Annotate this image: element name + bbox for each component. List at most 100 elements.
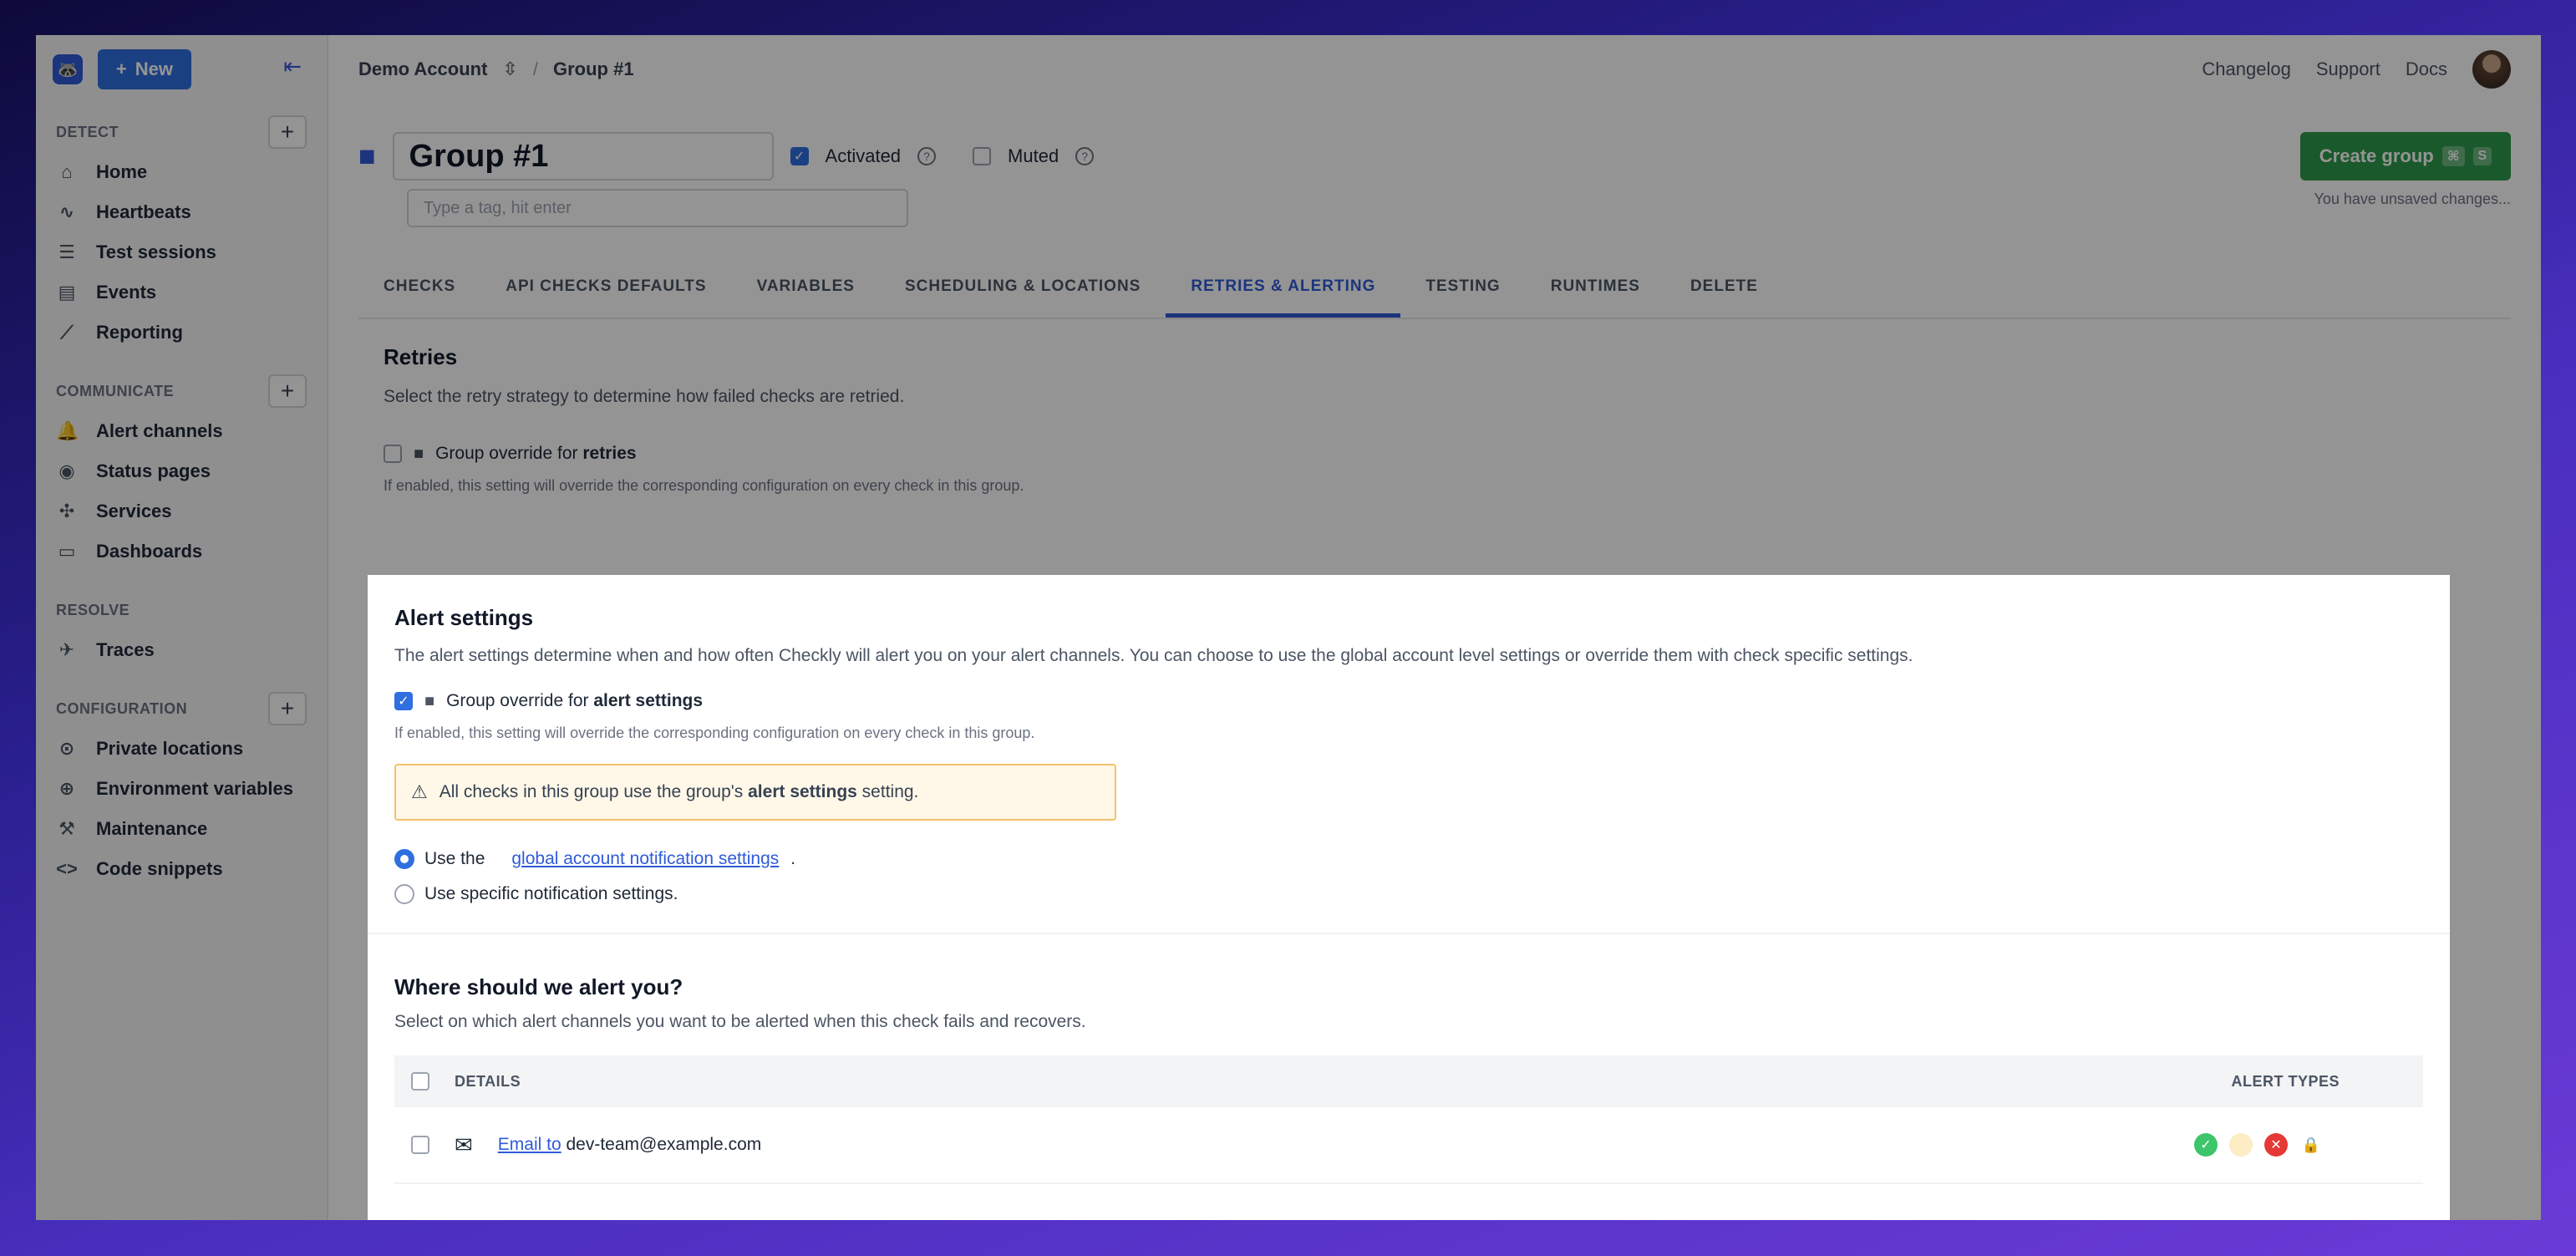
app-window: 🦝 + New ⇤ DETECT + ⌂ Home ∿ Heartbeats ☰ Tes… bbox=[36, 35, 2541, 1220]
checkly-logo-icon[interactable]: 🦝 bbox=[53, 54, 83, 84]
retries-override-checkbox[interactable] bbox=[384, 445, 402, 463]
activated-label: Activated bbox=[825, 145, 902, 166]
sidebar-item-label: Code snippets bbox=[96, 858, 223, 879]
specific-settings-radio[interactable] bbox=[394, 884, 414, 904]
sidebar-item-status-pages[interactable]: ◉ Status pages bbox=[36, 451, 327, 491]
radio-global-prefix: Use the bbox=[424, 849, 485, 868]
tab-testing[interactable]: TESTING bbox=[1400, 269, 1525, 318]
alert-override: ✓ ■ Group override for alert settings bbox=[394, 691, 2423, 711]
tag-input[interactable]: Type a tag, hit enter bbox=[407, 189, 908, 227]
services-icon: ✣ bbox=[58, 501, 75, 521]
group-name-input[interactable]: Group #1 bbox=[392, 132, 774, 181]
collapse-sidebar-icon[interactable]: ⇤ bbox=[283, 53, 302, 79]
sidebar-item-label: Environment variables bbox=[96, 778, 293, 799]
add-communicate-button[interactable]: + bbox=[268, 374, 307, 408]
create-group-button[interactable]: Create group ⌘ S bbox=[2300, 132, 2511, 181]
help-icon[interactable]: ? bbox=[1075, 147, 1095, 165]
override-bold: alert settings bbox=[593, 691, 704, 710]
avatar[interactable] bbox=[2472, 50, 2511, 89]
sidebar-item-label: Reporting bbox=[96, 322, 183, 343]
retries-section: Retries Select the retry strategy to det… bbox=[358, 344, 2511, 495]
activated-checkbox[interactable]: ✓ bbox=[790, 147, 809, 165]
section-title: CONFIGURATION bbox=[56, 699, 188, 717]
row-checkbox[interactable] bbox=[411, 1136, 429, 1154]
retries-title: Retries bbox=[384, 344, 458, 369]
chevron-updown-icon[interactable]: ⇳ bbox=[502, 58, 517, 80]
tab-runtimes[interactable]: RUNTIMES bbox=[1526, 269, 1665, 318]
account-switcher[interactable]: Demo Account bbox=[358, 58, 487, 80]
channel-text: Email to dev-team@example.com bbox=[498, 1135, 761, 1155]
sidebar-item-private-locations[interactable]: ⊙ Private locations bbox=[36, 729, 327, 769]
changelog-link[interactable]: Changelog bbox=[2202, 58, 2290, 80]
email-to-link[interactable]: Email to bbox=[498, 1135, 561, 1154]
sidebar-item-label: Home bbox=[96, 161, 148, 182]
help-icon[interactable]: ? bbox=[917, 147, 937, 165]
channels-table-header: DETAILS ALERT TYPES bbox=[394, 1055, 2423, 1107]
retries-override: ■ Group override for retries bbox=[384, 444, 2486, 464]
add-detect-button[interactable]: + bbox=[268, 115, 307, 149]
alert-override-checkbox[interactable]: ✓ bbox=[394, 692, 413, 710]
sidebar-section-communicate: COMMUNICATE + 🔔 Alert channels ◉ Status pag… bbox=[36, 371, 327, 572]
sidebar-item-environment-variables[interactable]: ⊕ Environment variables bbox=[36, 769, 327, 809]
divider bbox=[368, 933, 2450, 934]
sidebar-item-traces[interactable]: ✈ Traces bbox=[36, 630, 327, 670]
docs-link[interactable]: Docs bbox=[2406, 58, 2447, 80]
warning-banner: ⚠ All checks in this group use the group… bbox=[394, 764, 1116, 821]
title-row: ■ Group #1 ✓ Activated ? Muted ? Create … bbox=[358, 132, 2511, 207]
chart-icon: ⟋ bbox=[60, 322, 74, 343]
sidebar-item-events[interactable]: ▤ Events bbox=[36, 272, 327, 313]
retries-hint: If enabled, this setting will override t… bbox=[384, 477, 1024, 494]
global-settings-link[interactable]: global account notification settings bbox=[511, 849, 779, 869]
new-button[interactable]: + New bbox=[98, 49, 191, 89]
select-all-checkbox[interactable] bbox=[411, 1072, 429, 1091]
muted-label: Muted bbox=[1008, 145, 1059, 166]
tab-retries-alerting[interactable]: RETRIES & ALERTING bbox=[1166, 269, 1401, 318]
support-link[interactable]: Support bbox=[2316, 58, 2380, 80]
tab-scheduling-locations[interactable]: SCHEDULING & LOCATIONS bbox=[880, 269, 1166, 318]
tab-checks[interactable]: CHECKS bbox=[358, 269, 480, 318]
sidebar-item-home[interactable]: ⌂ Home bbox=[36, 152, 327, 192]
section-title: COMMUNICATE bbox=[56, 382, 175, 399]
sidebar-item-dashboards[interactable]: ▭ Dashboards bbox=[36, 531, 327, 572]
recovery-alert-icon[interactable]: ✓ bbox=[2194, 1133, 2218, 1157]
create-group-label: Create group bbox=[2319, 145, 2434, 166]
sidebar-item-code-snippets[interactable]: <> Code snippets bbox=[36, 849, 327, 889]
col-alert-types: ALERT TYPES bbox=[2231, 1072, 2340, 1090]
sidebar-section-detect: DETECT + ⌂ Home ∿ Heartbeats ☰ Test sessions… bbox=[36, 112, 327, 353]
sidebar-item-test-sessions[interactable]: ☰ Test sessions bbox=[36, 232, 327, 272]
sidebar-section-resolve: RESOLVE ✈ Traces bbox=[36, 590, 327, 670]
mail-icon: ✉ bbox=[455, 1131, 473, 1157]
sidebar-item-maintenance[interactable]: ⚒ Maintenance bbox=[36, 809, 327, 849]
sidebar-item-alert-channels[interactable]: 🔔 Alert channels bbox=[36, 411, 327, 451]
folder-icon: ■ bbox=[414, 444, 424, 463]
alert-settings-panel: Alert settings The alert settings determ… bbox=[368, 575, 2450, 1220]
global-settings-radio[interactable] bbox=[394, 849, 414, 869]
override-text: Group override for retries bbox=[435, 444, 636, 464]
add-configuration-button[interactable]: + bbox=[268, 692, 307, 725]
where-description: Select on which alert channels you want … bbox=[394, 1012, 1086, 1031]
monitor-icon: ▭ bbox=[58, 541, 76, 562]
degraded-alert-icon[interactable] bbox=[2229, 1133, 2253, 1157]
tab-api-checks-defaults[interactable]: API CHECKS DEFAULTS bbox=[480, 269, 731, 318]
sidebar-item-services[interactable]: ✣ Services bbox=[36, 491, 327, 531]
sidebar-item-heartbeats[interactable]: ∿ Heartbeats bbox=[36, 192, 327, 232]
override-prefix: Group override for bbox=[435, 444, 583, 463]
list-icon: ☰ bbox=[58, 242, 75, 262]
sidebar-item-label: Private locations bbox=[96, 738, 244, 759]
sidebar-item-reporting[interactable]: ⟋ Reporting bbox=[36, 313, 327, 353]
folder-icon: ■ bbox=[358, 140, 376, 172]
failure-alert-icon[interactable]: ✕ bbox=[2264, 1133, 2288, 1157]
muted-checkbox[interactable] bbox=[973, 147, 992, 165]
home-icon: ⌂ bbox=[61, 161, 73, 182]
top-bar: Demo Account ⇳ / Group #1 Changelog Supp… bbox=[328, 35, 2541, 104]
retries-description: Select the retry strategy to determine h… bbox=[384, 387, 905, 406]
top-links: Changelog Support Docs bbox=[2202, 50, 2511, 89]
radio-global: Use the global account notification sett… bbox=[394, 849, 2423, 869]
tab-bar: CHECKS API CHECKS DEFAULTS VARIABLES SCH… bbox=[358, 269, 2511, 319]
breadcrumb-group: Group #1 bbox=[552, 58, 634, 79]
tab-variables[interactable]: VARIABLES bbox=[732, 269, 880, 318]
shortcut-key: S bbox=[2472, 147, 2492, 165]
tab-delete[interactable]: DELETE bbox=[1665, 269, 1783, 318]
alert-types: ✓ ✕ 🔒 bbox=[2194, 1133, 2323, 1157]
folder-icon: ■ bbox=[424, 691, 435, 710]
